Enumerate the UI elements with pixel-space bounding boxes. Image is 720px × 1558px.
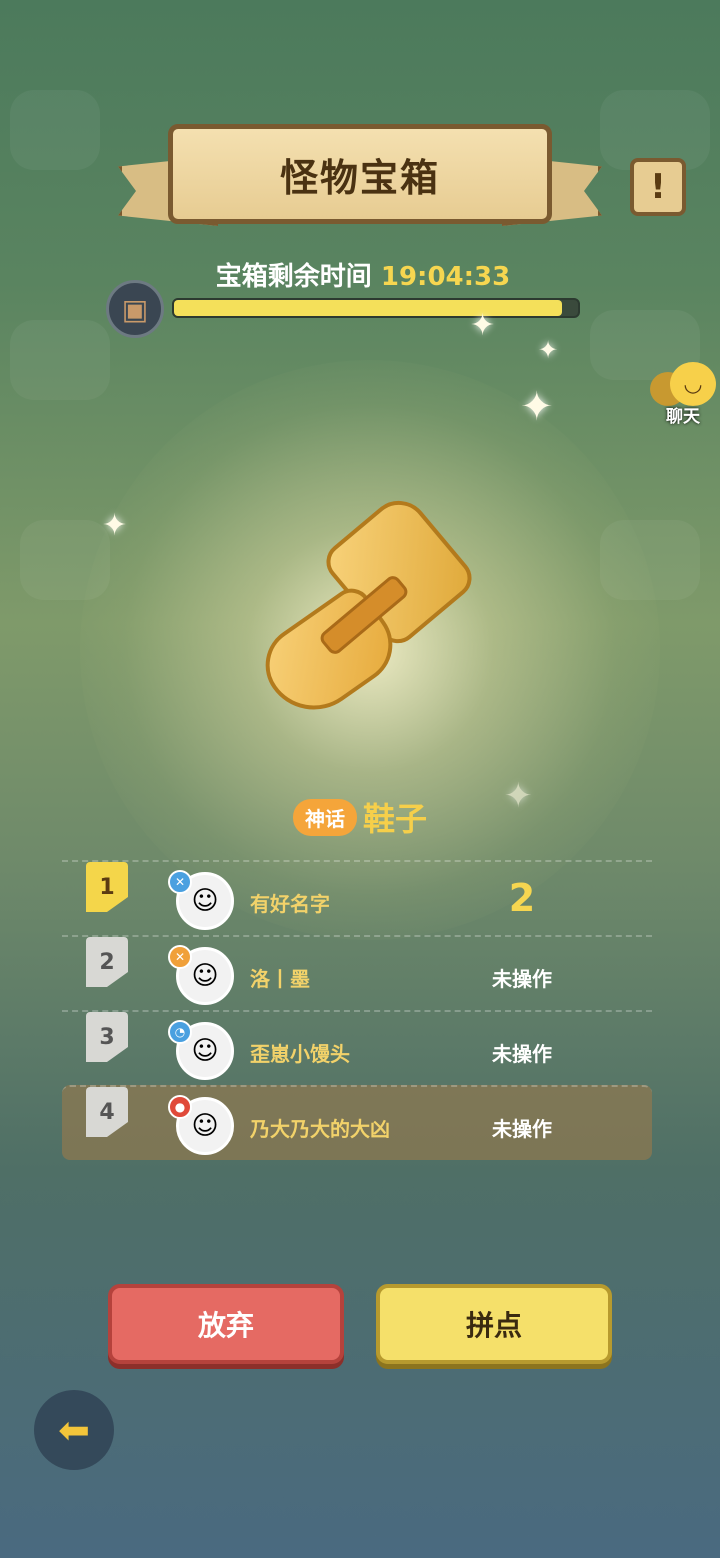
smiley-chat-icon: ◡	[670, 362, 716, 406]
item-name-row: 神话 鞋子	[0, 794, 720, 840]
timer-label: 宝箱剩余时间 19:04:33	[0, 256, 720, 293]
item-name: 鞋子	[362, 800, 427, 838]
sparkle-icon: ✦	[538, 336, 559, 364]
roll-status: 未操作	[492, 1117, 552, 1141]
timer-progress-bar	[172, 298, 580, 318]
info-icon[interactable]: !	[630, 158, 686, 216]
chat-label: 聊天	[666, 407, 700, 427]
role-badge-icon: ✕	[168, 870, 192, 894]
background-pattern	[10, 90, 100, 170]
timer-label-text: 宝箱剩余时间	[215, 262, 372, 292]
rank-badge: 3	[86, 1012, 128, 1062]
give-up-button[interactable]: 放弃	[108, 1284, 344, 1364]
chat-button[interactable]: ◡ 聊天	[646, 360, 720, 430]
background-pattern	[10, 320, 110, 400]
item-glove-image	[244, 488, 484, 730]
player-name: 乃大乃大的大凶	[250, 1117, 390, 1141]
background-pattern	[600, 520, 700, 600]
player-row: 2 ☺ ✕ 洛丨墨 未操作	[62, 935, 652, 1010]
treasure-chest-icon: ▣	[106, 280, 164, 338]
banner-scroll: 怪物宝箱	[168, 124, 552, 224]
sparkle-icon: ✦	[102, 508, 128, 543]
rarity-badge: 神话	[292, 798, 357, 836]
player-name: 歪崽小馒头	[250, 1042, 350, 1066]
roll-result: 2	[508, 876, 536, 920]
roll-status: 未操作	[492, 967, 552, 991]
player-row-self: 4 ☺ ● 乃大乃大的大凶 未操作	[62, 1085, 652, 1160]
rank-badge: 2	[86, 937, 128, 987]
roll-status: 未操作	[492, 1042, 552, 1066]
role-badge-icon: ●	[168, 1095, 192, 1119]
role-badge-icon: ✕	[168, 945, 192, 969]
page-title: 怪物宝箱	[279, 155, 440, 200]
rank-badge: 4	[86, 1087, 128, 1137]
player-row: 1 ☺ ✕ 有好名字 2	[62, 860, 652, 935]
sparkle-icon: ✦	[470, 308, 496, 343]
sparkle-icon: ✦	[520, 384, 554, 430]
title-banner: 怪物宝箱	[118, 118, 602, 238]
timer-value: 19:04:33	[380, 262, 511, 292]
roll-button[interactable]: 拼点	[376, 1284, 612, 1364]
player-roll-list: 1 ☺ ✕ 有好名字 2 2 ☺ ✕ 洛丨墨 未操作 3 ☺ ◔ 歪崽小馒头 未…	[62, 860, 652, 1160]
back-arrow-icon[interactable]: ⬅	[34, 1390, 114, 1470]
player-name: 洛丨墨	[250, 967, 310, 991]
timer-progress-fill	[174, 300, 562, 316]
role-badge-icon: ◔	[168, 1020, 192, 1044]
rank-badge: 1	[86, 862, 128, 912]
player-row: 3 ☺ ◔ 歪崽小馒头 未操作	[62, 1010, 652, 1085]
background-pattern	[20, 520, 110, 600]
player-name: 有好名字	[250, 892, 330, 916]
